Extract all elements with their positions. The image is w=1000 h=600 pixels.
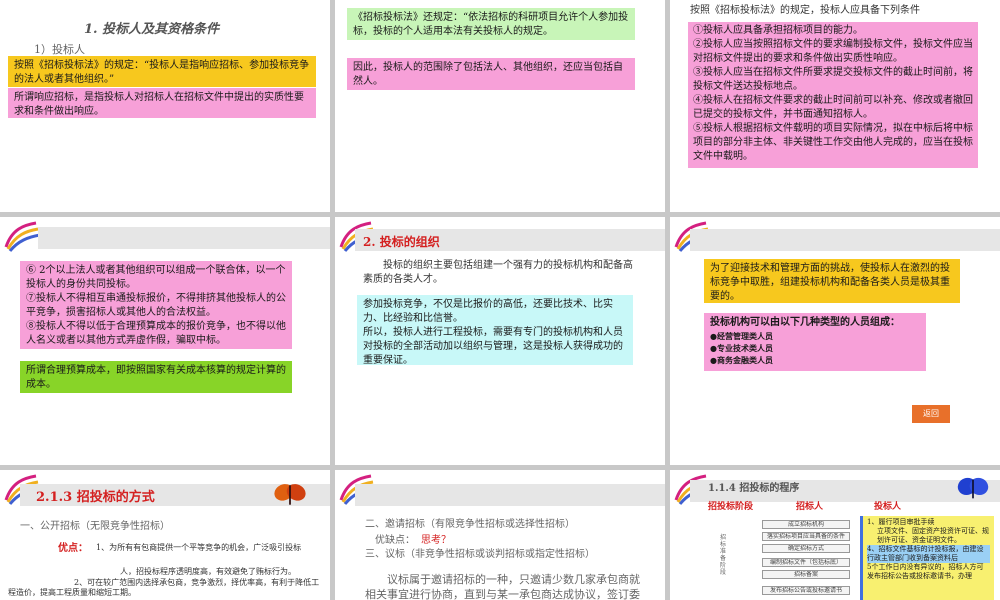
slide-1-response-box: 所谓响应招标，是指投标人对招标人在招标文件中提出的实质性要求和条件做出响应。: [8, 88, 316, 118]
butterfly-icon: [957, 477, 989, 499]
slide-9-note-1: 1、履行项目审批手续: [867, 518, 935, 526]
slide-7-pros-2: 2、可在较广范围内选择承包商，竞争激烈，择优率高，有利于降低工程造价，提高工程质…: [8, 578, 320, 597]
slide-4-rule-8: ⑧投标人不得以低于合理预算成本的报价竞争，也不得以他人名义或者以其他方式弄虚作假…: [26, 321, 286, 346]
slide-3-condition-5: ⑤投标人根据招标文件载明的项目实际情况，拟在中标后将中标项目的部分非主体、非关键…: [693, 123, 973, 162]
slide-3-condition-4: ④投标人在招标文件要求的截止时间前可以补充、修改或者撤回已提交的投标文件，并书面…: [693, 95, 973, 120]
slide-6-header-bar: [690, 229, 1000, 251]
slide-3-condition-1: ①投标人应具备承担招标项目的能力。: [693, 25, 863, 36]
slide-8-header-bar: [355, 484, 665, 506]
slide-6-staff-heading: 投标机构可以由以下几种类型的人员组成：: [710, 317, 900, 328]
slide-6-staff-item-2: ●专业技术类人员: [710, 343, 773, 353]
slide-9-flow-step-6: 发布招标公告或投标邀请书: [762, 586, 850, 595]
slide-3-heading: 按照《招标投标法》的规定，投标人应具备下列条件: [690, 5, 920, 16]
slide-5-title: 2. 投标的组织: [363, 235, 440, 249]
slide-9-note-2: 4、招标文件基标的计投标报，由建设行政主管部门收到备案资料后: [867, 545, 990, 563]
slide-9-flow-step-5: 招标备案: [762, 570, 850, 579]
slide-1-subtitle: 1）投标人: [34, 43, 85, 56]
slide-7-pros-1b: 人，招投标程序透明度高，有效避免了贿标行为。: [120, 567, 296, 576]
butterfly-icon: [274, 484, 306, 505]
slide-4-rule-7: ⑦投标人不得相互串通投标报价，不得排挤其他投标人的公平竞争，损害招标人或其他人的…: [26, 293, 286, 318]
slide-4-thumbnail[interactable]: ⑥ 2个以上法人或者其他组织可以组成一个联合体，以一个投标人的身份共同投标。 ⑦…: [0, 217, 330, 465]
slide-9-note-3: 5个工作日内没有异议的，招标人方可发布招标公告或投标邀请书，办理: [867, 563, 984, 580]
slide-9-note-1b: 立项文件、固定资产投资许可证、规划许可证、资金证明文件。: [877, 527, 989, 544]
slide-4-rules-box: ⑥ 2个以上法人或者其他组织可以组成一个联合体，以一个投标人的身份共同投标。 ⑦…: [20, 261, 292, 349]
slide-1-thumbnail[interactable]: 1. 投标人及其资格条件 1）投标人 按照《招标投标法》的规定：“投标人是指响应…: [0, 0, 330, 212]
pen-logo-icon: [4, 221, 41, 252]
slide-3-conditions-box: ①投标人应具备承担招标项目的能力。 ②投标人应当按照招标文件的要求编制投标文件，…: [688, 22, 978, 168]
slide-8-thumbnail[interactable]: 二、邀请招标（有限竞争性招标或选择性招标） 优缺点： 思考？ 三、议标（非竞争性…: [335, 470, 665, 600]
slide-9-flow-step-2: 落实招标项目应当具备的条件: [762, 532, 850, 541]
slide-1-title: 1. 投标人及其资格条件: [84, 22, 220, 37]
slide-9-title: 1.1.4 招投标的程序: [708, 483, 800, 494]
slide-9-phase-label: 招标准备阶段: [720, 534, 727, 576]
slide-1-definition-box: 按照《招标投标法》的规定：“投标人是指响应招标、参加投标竞争的法人或者其他组织。…: [8, 56, 316, 87]
slide-5-competition-text: 参加投标竞争，不仅是比报价的高低，还要比技术、比实力、比经验和比信誉。: [363, 299, 613, 324]
slide-9-thumbnail[interactable]: 1.1.4 招投标的程序 招投标阶段 招标人 投标人 招标准备阶段 成立招标机构…: [670, 470, 1000, 600]
slide-3-thumbnail[interactable]: 按照《招标投标法》的规定，投标人应具备下列条件 ①投标人应具备承担招标项目的能力…: [670, 0, 1000, 212]
slide-2-thumbnail[interactable]: 《招标投标法》还规定：“依法招标的科研项目允许个人参加投标，投标的个人适用本法有…: [335, 0, 665, 212]
slide-7-pros-1: 1、为所有有包商提供一个平等竞争的机会，广泛吸引投标: [96, 543, 302, 552]
slide-3-condition-2: ②投标人应当按照招标文件的要求编制投标文件，投标文件应当对招标文件提出的要求和条…: [693, 39, 973, 64]
slide-9-col-tenderer: 招标人: [796, 502, 824, 512]
slide-6-staff-item-3: ●商务金融类人员: [710, 355, 773, 365]
slide-8-body: 议标属于邀请招标的一种，只邀请少数几家承包商就相关事宜进行协商，直到与某一承包商…: [365, 573, 640, 600]
slide-7-section-title: 一、公开招标（无限竞争性招标）: [20, 521, 170, 532]
return-button[interactable]: 返回: [912, 405, 950, 423]
slide-4-cost-box: 所谓合理预算成本，即按照国家有关成本核算的规定计算的成本。: [20, 361, 292, 393]
slide-6-challenge-box: 为了迎接技术和管理方面的挑战，使投标人在激烈的投标竞争中取胜，组建投标机构和配备…: [704, 259, 960, 303]
slide-8-pros-cons-label: 优缺点：: [375, 535, 415, 546]
slide-5-organization-text: 所以，投标人进行工程投标，需要有专门的投标机构和人员对投标的全部活动加以组织与管…: [363, 327, 623, 366]
slide-6-thumbnail[interactable]: 为了迎接技术和管理方面的挑战，使投标人在激烈的投标竞争中取胜，组建投标机构和配备…: [670, 217, 1000, 465]
slide-6-staff-box: 投标机构可以由以下几种类型的人员组成： ●经营管理类人员 ●专业技术类人员 ●商…: [704, 313, 926, 371]
slide-5-thumbnail[interactable]: 2. 投标的组织 投标的组织主要包括组建一个强有力的投标机构和配备高素质的各类人…: [335, 217, 665, 465]
slide-8-section-1: 二、邀请招标（有限竞争性招标或选择性招标）: [365, 519, 575, 530]
slide-2-scope-box: 因此，投标人的范围除了包括法人、其他组织，还应当包括自然人。: [347, 58, 635, 90]
slide-4-header-bar: [38, 227, 330, 249]
slide-7-title: 2.1.3 招投标的方式: [36, 490, 155, 505]
slide-6-staff-item-1: ●经营管理类人员: [710, 331, 773, 341]
slide-2-rule-box: 《招标投标法》还规定：“依法招标的科研项目允许个人参加投标，投标的个人适用本法有…: [347, 8, 635, 40]
slide-9-col-phase: 招投标阶段: [708, 502, 754, 512]
slide-8-section-2: 三、议标（非竞争性招标或谈判招标或指定性招标）: [365, 549, 595, 560]
slide-9-notes-box: 1、履行项目审批手续 立项文件、固定资产投资许可证、规划许可证、资金证明文件。 …: [860, 516, 994, 600]
slide-7-thumbnail[interactable]: 2.1.3 招投标的方式 一、公开招标（无限竞争性招标） 优点： 1、为所有有包…: [0, 470, 330, 600]
slide-4-rule-6: ⑥ 2个以上法人或者其他组织可以组成一个联合体，以一个投标人的身份共同投标。: [26, 265, 286, 290]
slide-9-flow-step-4: 编制招标文件（包括标底）: [762, 558, 850, 567]
slide-9-flow-step-3: 确定招标方式: [762, 544, 850, 553]
slide-9-col-bidder: 投标人: [874, 502, 902, 512]
slide-5-intro: 投标的组织主要包括组建一个强有力的投标机构和配备高素质的各类人才。: [363, 260, 633, 285]
slide-5-competition-box: 参加投标竞争，不仅是比报价的高低，还要比技术、比实力、比经验和比信誉。 所以，投…: [357, 295, 633, 366]
slide-3-condition-3: ③投标人应当在招标文件所要求提交投标文件的截止时间前，将投标文件送达投标地点。: [693, 67, 973, 92]
slide-8-pros-cons-value: 思考？: [421, 535, 451, 546]
slide-9-flow-step-1: 成立招标机构: [762, 520, 850, 529]
